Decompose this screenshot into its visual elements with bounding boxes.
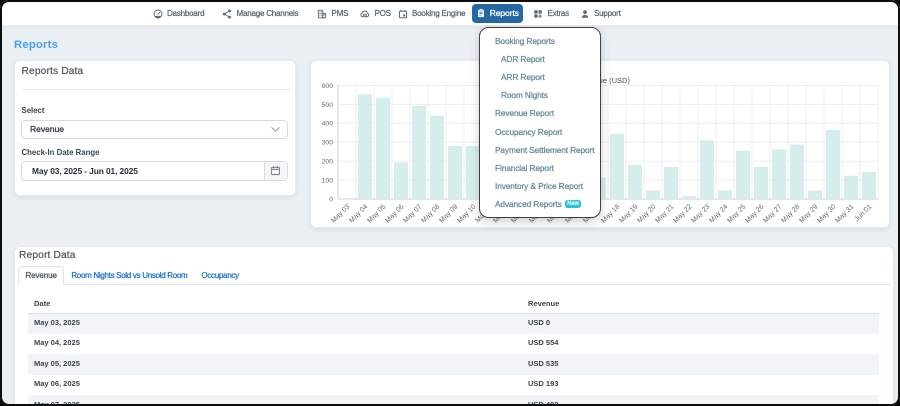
svg-text:May 05: May 05	[366, 203, 387, 224]
svg-text:600: 600	[322, 82, 334, 89]
svg-text:May 24: May 24	[708, 203, 729, 224]
svg-text:200: 200	[322, 158, 334, 165]
svg-text:0: 0	[329, 196, 333, 203]
svg-text:May 31: May 31	[834, 203, 855, 224]
svg-text:May 22: May 22	[672, 203, 693, 224]
svg-text:500: 500	[322, 101, 334, 108]
svg-text:May 07: May 07	[402, 203, 423, 224]
svg-text:May 06: May 06	[384, 203, 405, 224]
svg-text:May 04: May 04	[348, 203, 369, 224]
svg-text:May 08: May 08	[420, 203, 441, 224]
svg-text:May 20: May 20	[636, 203, 657, 224]
svg-text:May 23: May 23	[690, 203, 711, 224]
svg-text:May 28: May 28	[780, 203, 801, 224]
svg-text:May 29: May 29	[798, 203, 819, 224]
svg-text:May 27: May 27	[762, 203, 783, 224]
svg-text:May 10: May 10	[456, 203, 477, 224]
svg-text:May 21: May 21	[654, 203, 675, 224]
svg-text:May 09: May 09	[438, 203, 459, 224]
svg-text:Jun 01: Jun 01	[854, 203, 874, 223]
svg-text:300: 300	[322, 139, 334, 146]
svg-text:100: 100	[322, 177, 334, 184]
svg-text:May 19: May 19	[618, 203, 639, 224]
svg-text:May 18: May 18	[600, 203, 621, 224]
svg-text:May 25: May 25	[726, 203, 747, 224]
svg-text:400: 400	[322, 120, 334, 127]
svg-text:May 03: May 03	[330, 203, 351, 224]
svg-text:May 26: May 26	[744, 203, 765, 224]
svg-text:May 30: May 30	[816, 203, 837, 224]
